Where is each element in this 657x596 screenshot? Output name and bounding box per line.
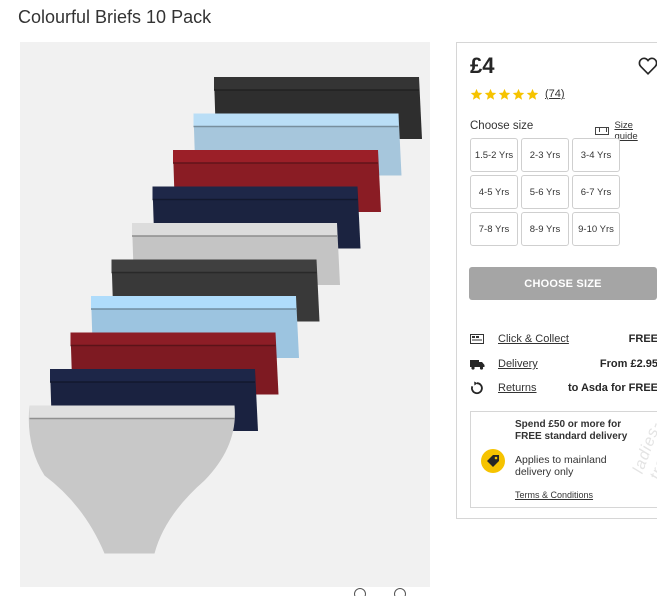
gallery-controls [350,588,430,596]
product-title: Colourful Briefs 10 Pack [18,7,212,27]
price-tag-icon [481,449,505,473]
size-guide-label: Size guide [614,120,638,142]
promo-headline: Spend £50 or more for FREE standard deli… [515,419,628,442]
choose-size-button[interactable]: CHOOSE SIZE [469,267,657,300]
click-collect-value: FREE [628,333,657,345]
size-option[interactable]: 7-8 Yrs [470,212,518,246]
ruler-icon [595,127,610,135]
returns-link[interactable]: Returns [498,382,537,394]
returns-icon [470,381,486,395]
brief-item [28,405,235,554]
size-option[interactable]: 8-9 Yrs [521,212,569,246]
star-icon [470,88,483,100]
delivery-row-returns: Returns to Asda for FREE [470,380,657,396]
delivery-link[interactable]: Delivery [498,358,538,370]
star-icon [526,88,539,100]
star-icon [498,88,511,100]
promo-subtext: Applies to mainland delivery only [515,454,607,478]
delivery-value: From £2.95 [599,358,657,370]
briefs-stack-image [28,77,422,554]
choose-size-label: Choose size [470,120,534,132]
terms-conditions-link[interactable]: Terms & Conditions [515,490,593,500]
delivery-row-delivery: Delivery From £2.95 [470,356,657,372]
size-option[interactable]: 2-3 Yrs [521,138,569,172]
rating-stars [470,88,539,101]
size-option[interactable]: 5-6 Yrs [521,175,569,209]
size-option[interactable]: 1.5-2 Yrs [470,138,518,172]
reviews-link[interactable]: (74) [545,88,565,100]
price: £4 [470,53,495,78]
size-option[interactable]: 4-5 Yrs [470,175,518,209]
size-options: 1.5-2 Yrs 2-3 Yrs 3-4 Yrs 4-5 Yrs 5-6 Yr… [470,138,620,246]
share-icon[interactable] [394,588,406,596]
size-option[interactable]: 6-7 Yrs [572,175,620,209]
size-option[interactable]: 3-4 Yrs [572,138,620,172]
free-delivery-promo: Spend £50 or more for FREE standard deli… [470,411,657,508]
star-icon [512,88,525,100]
store-icon [470,332,486,346]
zoom-icon[interactable] [354,588,366,596]
heart-icon[interactable] [637,55,657,77]
truck-icon [470,357,486,371]
returns-value: to Asda for FREE [567,382,657,394]
product-image[interactable] [20,42,430,587]
click-collect-link[interactable]: Click & Collect [498,333,569,345]
size-option[interactable]: 9-10 Yrs [572,212,620,246]
star-icon [484,88,497,100]
product-info-panel: £4 (74) Choose size Size guide 1.5-2 Yrs… [456,42,657,519]
delivery-row-click-collect: Click & Collect FREE [470,331,657,347]
